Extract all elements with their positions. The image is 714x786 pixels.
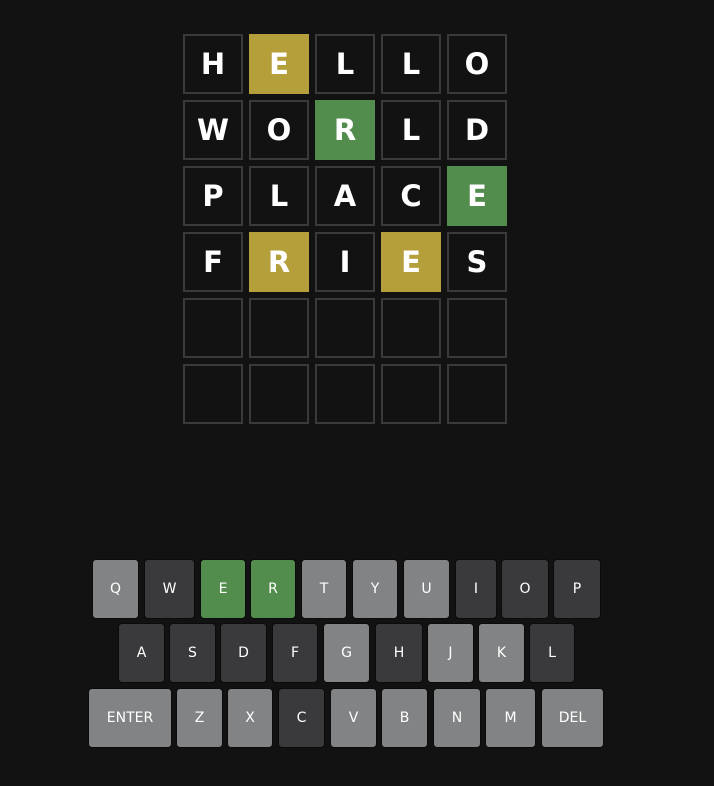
key-w[interactable]: W bbox=[144, 559, 195, 619]
board-tile: H bbox=[183, 34, 243, 94]
key-r[interactable]: R bbox=[250, 559, 296, 619]
board-tile: O bbox=[249, 100, 309, 160]
key-z[interactable]: Z bbox=[176, 688, 223, 748]
key-x[interactable]: X bbox=[227, 688, 273, 748]
game-board: HELLOWORLDPLACEFRIES bbox=[183, 34, 509, 424]
board-tile: P bbox=[183, 166, 243, 226]
key-f[interactable]: F bbox=[272, 623, 318, 683]
board-tile bbox=[183, 298, 243, 358]
board-tile: R bbox=[315, 100, 375, 160]
board-tile: A bbox=[315, 166, 375, 226]
board-tile: R bbox=[249, 232, 309, 292]
board-tile bbox=[315, 364, 375, 424]
board-tile: F bbox=[183, 232, 243, 292]
board-tile bbox=[447, 364, 507, 424]
board-tile: L bbox=[315, 34, 375, 94]
key-q[interactable]: Q bbox=[92, 559, 139, 619]
key-b[interactable]: B bbox=[381, 688, 428, 748]
key-a[interactable]: A bbox=[118, 623, 165, 683]
board-tile: I bbox=[315, 232, 375, 292]
key-d[interactable]: D bbox=[220, 623, 267, 683]
board-tile bbox=[447, 298, 507, 358]
board-tile bbox=[381, 298, 441, 358]
key-p[interactable]: P bbox=[553, 559, 601, 619]
board-tile: D bbox=[447, 100, 507, 160]
key-g[interactable]: G bbox=[323, 623, 370, 683]
board-tile bbox=[315, 298, 375, 358]
key-l[interactable]: L bbox=[529, 623, 575, 683]
board-tile bbox=[249, 298, 309, 358]
key-m[interactable]: M bbox=[485, 688, 536, 748]
board-tile: O bbox=[447, 34, 507, 94]
key-t[interactable]: T bbox=[301, 559, 347, 619]
board-tile bbox=[381, 364, 441, 424]
key-v[interactable]: V bbox=[330, 688, 377, 748]
board-tile: S bbox=[447, 232, 507, 292]
key-u[interactable]: U bbox=[403, 559, 450, 619]
key-n[interactable]: N bbox=[433, 688, 481, 748]
key-y[interactable]: Y bbox=[352, 559, 398, 619]
board-tile bbox=[249, 364, 309, 424]
board-tile bbox=[183, 364, 243, 424]
key-c[interactable]: C bbox=[278, 688, 325, 748]
board-tile: E bbox=[249, 34, 309, 94]
board-tile: E bbox=[381, 232, 441, 292]
key-s[interactable]: S bbox=[169, 623, 216, 683]
key-j[interactable]: J bbox=[427, 623, 474, 683]
board-tile: L bbox=[249, 166, 309, 226]
key-e[interactable]: E bbox=[200, 559, 246, 619]
board-tile: L bbox=[381, 34, 441, 94]
key-i[interactable]: I bbox=[455, 559, 497, 619]
key-k[interactable]: K bbox=[478, 623, 525, 683]
enter-key[interactable]: ENTER bbox=[88, 688, 172, 748]
board-tile: L bbox=[381, 100, 441, 160]
delete-key[interactable]: DEL bbox=[541, 688, 604, 748]
key-o[interactable]: O bbox=[501, 559, 549, 619]
board-tile: E bbox=[447, 166, 507, 226]
key-h[interactable]: H bbox=[375, 623, 423, 683]
board-tile: C bbox=[381, 166, 441, 226]
board-tile: W bbox=[183, 100, 243, 160]
